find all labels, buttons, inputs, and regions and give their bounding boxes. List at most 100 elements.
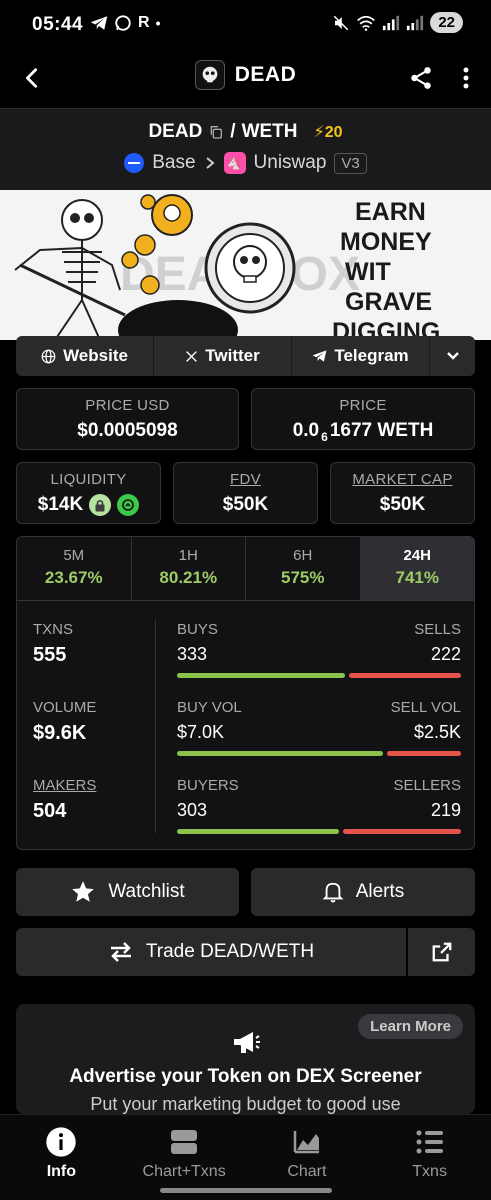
copy-icon[interactable] <box>208 124 224 140</box>
nav-info[interactable]: Info <box>0 1115 123 1200</box>
twitter-label: Twitter <box>205 346 260 365</box>
buyers-bar <box>177 829 340 834</box>
tab-24h[interactable]: 24H 741% <box>360 537 474 600</box>
trade-button[interactable]: Trade DEAD/WETH <box>16 928 406 976</box>
buyers-ratio-bar <box>177 829 461 834</box>
liquidity-value: $14K <box>37 494 84 515</box>
tab-6h[interactable]: 6H 575% <box>246 537 361 600</box>
watchlist-label: Watchlist <box>108 881 185 902</box>
svg-text:EARN: EARN <box>355 198 426 226</box>
share-button[interactable] <box>403 60 439 96</box>
pair-separator: / <box>230 121 236 142</box>
buyers-value: 303 <box>177 800 208 820</box>
liquidity-label: LIQUIDITY <box>50 471 127 488</box>
pair-name: DEAD / WETH ⚡20 <box>0 121 491 143</box>
alerts-button[interactable]: Alerts <box>251 868 475 916</box>
battery-indicator: 22 <box>430 12 463 33</box>
lock-icon[interactable] <box>89 494 112 516</box>
base-token-symbol: DEAD <box>148 121 203 142</box>
nav-info-label: Info <box>46 1163 77 1180</box>
liquidity-value-row: $14K <box>17 494 160 516</box>
volume-split-row: BUY VOL SELL VOL $7.0K $2.5K <box>177 699 461 777</box>
makers-stat[interactable]: MAKERS 504 <box>33 777 153 849</box>
ad-subtitle: Put your marketing budget to good use <box>90 1094 401 1114</box>
big-skull-coin <box>204 222 296 314</box>
liquidity-card: LIQUIDITY $14K <box>16 462 161 524</box>
swap-arrows-icon <box>110 942 131 962</box>
trade-label: Trade DEAD/WETH <box>145 941 315 962</box>
dex-name[interactable]: Uniswap <box>254 152 327 174</box>
watchlist-button[interactable]: Watchlist <box>16 868 239 916</box>
telegram-icon <box>312 350 327 362</box>
star-icon <box>72 881 95 902</box>
signal-icon <box>383 15 400 30</box>
mute-icon <box>334 15 349 30</box>
wifi-icon <box>357 15 376 31</box>
nav-chart-txns-label: Chart+Txns <box>142 1163 226 1180</box>
stats-breakdown: BUYS SELLS 333 222 BUY VOL SELL VOL $7.0K $2… <box>177 621 461 849</box>
chain-dex-row: Base 🦄 Uniswap V3 <box>0 152 491 174</box>
status-time: 05:44 <box>32 14 84 35</box>
price-usd-label: PRICE USD <box>85 397 170 414</box>
buy-vol-value: $7.0K <box>177 722 225 742</box>
sell-vol-bar <box>387 751 461 756</box>
more-options-button[interactable] <box>451 60 481 96</box>
price-usd-card: PRICE USD $0.0005098 <box>16 388 239 450</box>
stats-panel: 5M 23.67% 1H 80.21% 6H 575% 24H 741% TXN… <box>16 536 475 850</box>
buy-vol-bar <box>177 751 384 756</box>
boost-badge[interactable]: ⚡20 <box>314 122 343 142</box>
fdv-card[interactable]: FDV $50K <box>173 462 318 524</box>
ad-title: Advertise your Token on DEX Screener <box>69 1066 422 1087</box>
token-banner-image: DEADBOX <box>0 190 491 340</box>
social-links-bar: Website Twitter Telegram <box>16 336 475 376</box>
quote-token-symbol: WETH <box>241 121 298 142</box>
trade-external-button[interactable] <box>408 928 475 976</box>
website-button[interactable]: Website <box>16 336 154 376</box>
external-link-icon <box>432 942 451 962</box>
telegram-icon <box>90 16 108 30</box>
share-icon <box>411 67 431 89</box>
svg-text:GRAVE: GRAVE <box>345 288 432 316</box>
nav-txns-label: Txns <box>412 1163 447 1180</box>
nav-chart-label: Chart <box>287 1163 327 1180</box>
chart-txns-icon <box>168 1127 200 1157</box>
twitter-button[interactable]: Twitter <box>154 336 292 376</box>
telegram-button[interactable]: Telegram <box>292 336 430 376</box>
chevron-right-icon <box>205 157 215 169</box>
list-icon <box>414 1127 446 1157</box>
globe-icon <box>41 349 56 363</box>
fdv-label: FDV <box>230 471 261 488</box>
tab-1h[interactable]: 1H 80.21% <box>132 537 246 600</box>
website-label: Website <box>63 346 128 365</box>
buys-bar <box>177 673 345 678</box>
svg-text:WIT: WIT <box>345 258 391 286</box>
price-native-value: 0.0 6 1677 WETH <box>292 420 434 444</box>
nav-txns[interactable]: Txns <box>368 1115 491 1200</box>
market-cap-card[interactable]: MARKET CAP $50K <box>330 462 475 524</box>
coinmarketcap-icon[interactable] <box>117 494 140 516</box>
more-vertical-icon <box>463 67 469 89</box>
uniswap-icon: 🦄 <box>223 152 246 174</box>
status-notification-icons: R • <box>90 14 160 32</box>
txns-stat: TXNS 555 <box>33 621 153 699</box>
svg-text:MONEY: MONEY <box>340 228 432 256</box>
signal-icon-2 <box>407 15 424 30</box>
chain-name[interactable]: Base <box>152 152 195 174</box>
more-links-button[interactable] <box>430 336 475 376</box>
dot-icon: • <box>155 15 161 31</box>
sells-value: 222 <box>430 644 461 664</box>
top-app-bar: DEAD <box>0 50 491 108</box>
token-logo-icon <box>194 60 225 90</box>
volume-value: $9.6K <box>33 722 87 744</box>
advertise-banner: Learn More Advertise your Token on DEX S… <box>16 1004 475 1114</box>
volume-stat: VOLUME $9.6K <box>33 699 153 777</box>
r-icon: R <box>138 14 150 31</box>
buys-value: 333 <box>177 644 208 664</box>
sellers-bar <box>343 829 461 834</box>
chart-icon <box>291 1127 323 1157</box>
status-bar: 05:44 R • 22 <box>0 0 491 50</box>
pair-header: DEAD / WETH ⚡20 Base 🦄 Uniswap V3 <box>0 108 491 190</box>
tab-5m[interactable]: 5M 23.67% <box>17 537 132 600</box>
chevron-down-icon <box>446 352 459 360</box>
buyers-sellers-row: BUYERS SELLERS 303 219 <box>177 777 461 849</box>
